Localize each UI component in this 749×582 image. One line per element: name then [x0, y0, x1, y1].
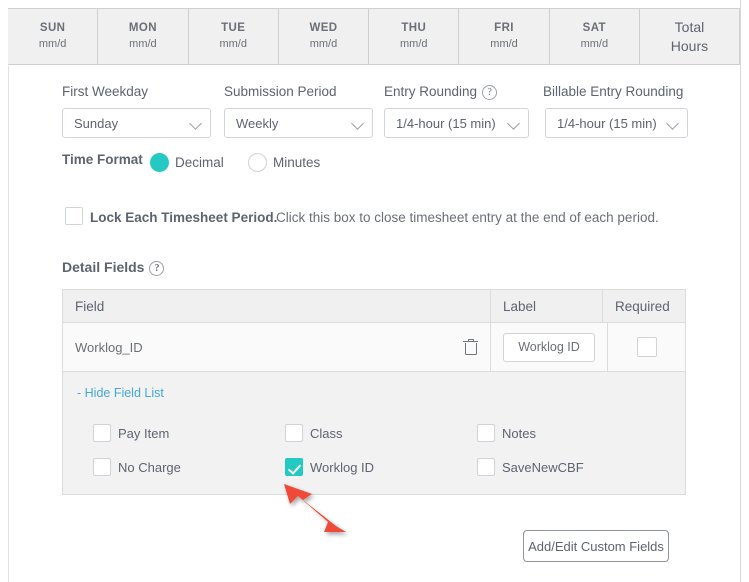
detail-fields-table: Field Label Required Worklog_ID Worklog …	[62, 289, 686, 495]
field-list-item-class[interactable]: Class	[285, 424, 477, 442]
time-format-option-minutes-label: Minutes	[273, 155, 321, 170]
total-hours-line2: Hours	[670, 37, 709, 54]
field-list-item-savenewcbf[interactable]: SaveNewCBF	[477, 458, 669, 476]
time-format-radio-minutes[interactable]	[248, 153, 267, 172]
trash-icon[interactable]	[463, 338, 478, 356]
detail-fields-heading-text: Detail Fields	[62, 259, 145, 275]
time-format-label: Time Format	[62, 152, 143, 167]
checkbox-notes[interactable]	[477, 424, 495, 442]
field-list-panel: - Hide Field List Pay Item Class Notes N…	[63, 372, 685, 494]
checkbox-no-charge[interactable]	[93, 458, 111, 476]
chevron-down-icon	[508, 117, 520, 129]
lock-timesheet-period-checkbox[interactable]	[65, 207, 83, 225]
field-list-item-pay-item[interactable]: Pay Item	[93, 424, 285, 442]
weekday-date: mm/d	[490, 37, 518, 50]
weekday-name: THU	[401, 22, 427, 35]
timesheet-preferences-page: SUN mm/d MON mm/d TUE mm/d WED mm/d THU …	[0, 0, 749, 582]
submission-period-select[interactable]: Weekly	[224, 108, 373, 138]
chevron-down-icon	[667, 117, 679, 129]
total-hours-line1: Total	[674, 18, 705, 35]
weekday-column-sat: SAT mm/d	[550, 9, 640, 64]
billable-entry-rounding-value: 1/4-hour (15 min)	[557, 115, 657, 131]
entry-rounding-value: 1/4-hour (15 min)	[396, 115, 496, 131]
column-header-label: Label	[491, 290, 603, 322]
weekday-name: SAT	[582, 22, 606, 35]
field-list-label: Worklog ID	[310, 459, 375, 475]
weekday-name: TUE	[221, 22, 246, 35]
required-checkbox[interactable]	[636, 337, 657, 357]
checkbox-class[interactable]	[285, 424, 303, 442]
page-right-border	[740, 0, 741, 582]
weekday-column-tue: TUE mm/d	[189, 9, 279, 64]
entry-rounding-help-icon[interactable]: ?	[482, 85, 498, 100]
first-weekday-value: Sunday	[74, 115, 119, 131]
field-list-item-notes[interactable]: Notes	[477, 424, 669, 442]
entry-rounding-select[interactable]: 1/4-hour (15 min)	[384, 108, 529, 138]
weekday-date: mm/d	[580, 37, 609, 50]
weekday-header-row: SUN mm/d MON mm/d TUE mm/d WED mm/d THU …	[8, 8, 740, 65]
field-list-item-no-charge[interactable]: No Charge	[93, 458, 285, 476]
cell-label-input: Worklog ID	[491, 323, 608, 371]
weekday-column-sun: SUN mm/d	[8, 9, 99, 64]
field-list-checkbox-grid: Pay Item Class Notes No Charge Worklog I…	[63, 424, 685, 476]
weekday-date: mm/d	[309, 37, 338, 50]
entry-rounding-label: Entry Rounding?	[384, 84, 498, 100]
cell-field-name: Worklog_ID	[63, 323, 491, 371]
submission-period-value: Weekly	[236, 115, 279, 131]
total-hours-column: Total Hours	[640, 9, 739, 64]
billable-entry-rounding-select[interactable]: 1/4-hour (15 min)	[545, 108, 688, 138]
weekday-name: SUN	[39, 22, 66, 35]
time-format-radio-decimal[interactable]	[150, 153, 169, 172]
checkbox-savenewcbf[interactable]	[477, 458, 495, 476]
weekday-date: mm/d	[400, 37, 428, 50]
field-list-label: SaveNewCBF	[502, 459, 584, 475]
billable-entry-rounding-label: Billable Entry Rounding	[543, 84, 684, 99]
checkbox-worklog-id[interactable]	[285, 458, 303, 476]
page-left-border	[8, 66, 9, 582]
field-label-input[interactable]: Worklog ID	[503, 332, 595, 362]
entry-rounding-label-text: Entry Rounding	[384, 84, 478, 99]
weekday-column-fri: FRI mm/d	[459, 9, 550, 64]
weekday-date: mm/d	[38, 37, 67, 50]
field-list-item-worklog-id[interactable]: Worklog ID	[285, 458, 477, 476]
column-header-field: Field	[63, 290, 491, 322]
chevron-down-icon	[190, 117, 202, 129]
weekday-column-mon: MON mm/d	[98, 9, 189, 64]
lock-timesheet-period-title: Lock Each Timesheet Period.	[90, 210, 278, 225]
submission-period-label: Submission Period	[224, 84, 337, 99]
checkbox-pay-item[interactable]	[93, 424, 111, 442]
first-weekday-select[interactable]: Sunday	[62, 108, 211, 138]
table-row: Worklog_ID Worklog ID	[63, 323, 685, 372]
field-list-label: Notes	[502, 425, 536, 441]
time-format-option-decimal-label: Decimal	[175, 155, 224, 170]
field-list-label: No Charge	[118, 459, 181, 475]
cell-required-checkbox	[608, 323, 685, 371]
weekday-date: mm/d	[219, 37, 247, 50]
weekday-name: MON	[128, 22, 157, 35]
hide-field-list-link[interactable]: - Hide Field List	[77, 386, 685, 400]
table-header-row: Field Label Required	[63, 290, 685, 323]
weekday-date: mm/d	[129, 37, 157, 50]
weekday-column-wed: WED mm/d	[279, 9, 370, 64]
field-list-label: Class	[310, 425, 343, 441]
detail-fields-help-icon[interactable]: ?	[149, 261, 165, 276]
field-name-text: Worklog_ID	[75, 339, 143, 355]
weekday-name: FRI	[494, 22, 514, 35]
first-weekday-label: First Weekday	[62, 84, 149, 99]
weekday-name: WED	[309, 22, 338, 35]
field-list-label: Pay Item	[118, 425, 170, 441]
weekday-column-thu: THU mm/d	[369, 9, 460, 64]
lock-timesheet-period-note: Click this box to close timesheet entry …	[276, 210, 659, 225]
chevron-down-icon	[352, 117, 364, 129]
column-header-required: Required	[615, 298, 670, 314]
add-edit-custom-fields-button[interactable]: Add/Edit Custom Fields	[523, 530, 669, 562]
detail-fields-heading: Detail Fields?	[62, 259, 165, 276]
